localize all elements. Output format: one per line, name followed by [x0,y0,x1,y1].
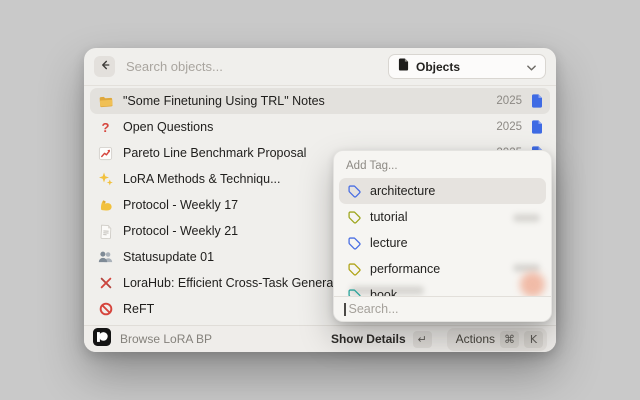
command-palette-window: Objects "Some Finetuning Using TRL" Note… [84,48,556,352]
popup-title: Add Tag... [334,151,551,178]
tag-label: architecture [370,184,435,198]
list-item[interactable]: "Some Finetuning Using TRL" Notes2025 [90,88,550,114]
chevron-down-icon [527,58,536,76]
list-item-label: Open Questions [123,120,496,134]
tag-list: architecture tutorial lecture performance bo… [334,178,551,296]
list-item-year: 2025 [496,95,522,107]
tag-item[interactable]: performance [339,256,546,282]
enter-key-badge: ↵ [413,331,432,348]
tag-label: tutorial [370,210,408,224]
no-entry-icon [97,302,114,316]
blue-document-icon [531,94,543,108]
search-header: Objects [84,48,556,86]
actions-button[interactable]: Actions ⌘ K [447,328,547,351]
list-item-year: 2025 [496,121,522,133]
page-icon [97,224,114,239]
tag-item[interactable]: lecture [339,230,546,256]
tag-search-placeholder: Search... [349,302,399,316]
list-item-label: "Some Finetuning Using TRL" Notes [123,94,496,108]
action-bar: Browse LoRA BP Show Details ↵ Actions ⌘ … [84,325,556,352]
tag-icon [348,185,361,198]
tag-search-input[interactable]: Search... [334,296,551,321]
tag-item[interactable]: book [339,282,546,296]
add-tag-popup: Add Tag... architecture tutorial lecture pe… [333,150,552,322]
document-icon [398,58,409,76]
biceps-icon [97,197,114,213]
show-details-button[interactable]: Show Details ↵ [328,329,435,350]
arrow-left-icon [99,58,111,76]
question-mark-icon: ? [97,121,114,134]
filter-selected-value: Objects [416,60,460,74]
text-caret [344,303,346,316]
tag-item[interactable]: tutorial [339,204,546,230]
people-icon [97,250,114,264]
sparkles-icon [97,171,114,187]
x-mark-icon [97,276,114,290]
tag-label: lecture [370,236,408,250]
tag-icon [348,237,361,250]
chart-up-icon [97,146,114,161]
tag-icon [348,263,361,276]
cmd-key-badge: ⌘ [500,331,519,348]
app-label: Browse LoRA BP [120,332,212,346]
tag-label: performance [370,262,440,276]
tag-item[interactable]: architecture [339,178,546,204]
folder-icon [97,94,114,109]
anytype-logo-icon [93,328,111,351]
back-button[interactable] [94,56,115,77]
k-key-badge: K [524,331,543,348]
objects-filter-dropdown[interactable]: Objects [388,54,546,79]
search-input[interactable] [126,59,388,74]
tag-label: book [370,288,397,296]
blue-document-icon [531,120,543,134]
tag-icon [348,289,361,297]
list-item[interactable]: ? Open Questions2025 [90,114,550,140]
tag-icon [348,211,361,224]
